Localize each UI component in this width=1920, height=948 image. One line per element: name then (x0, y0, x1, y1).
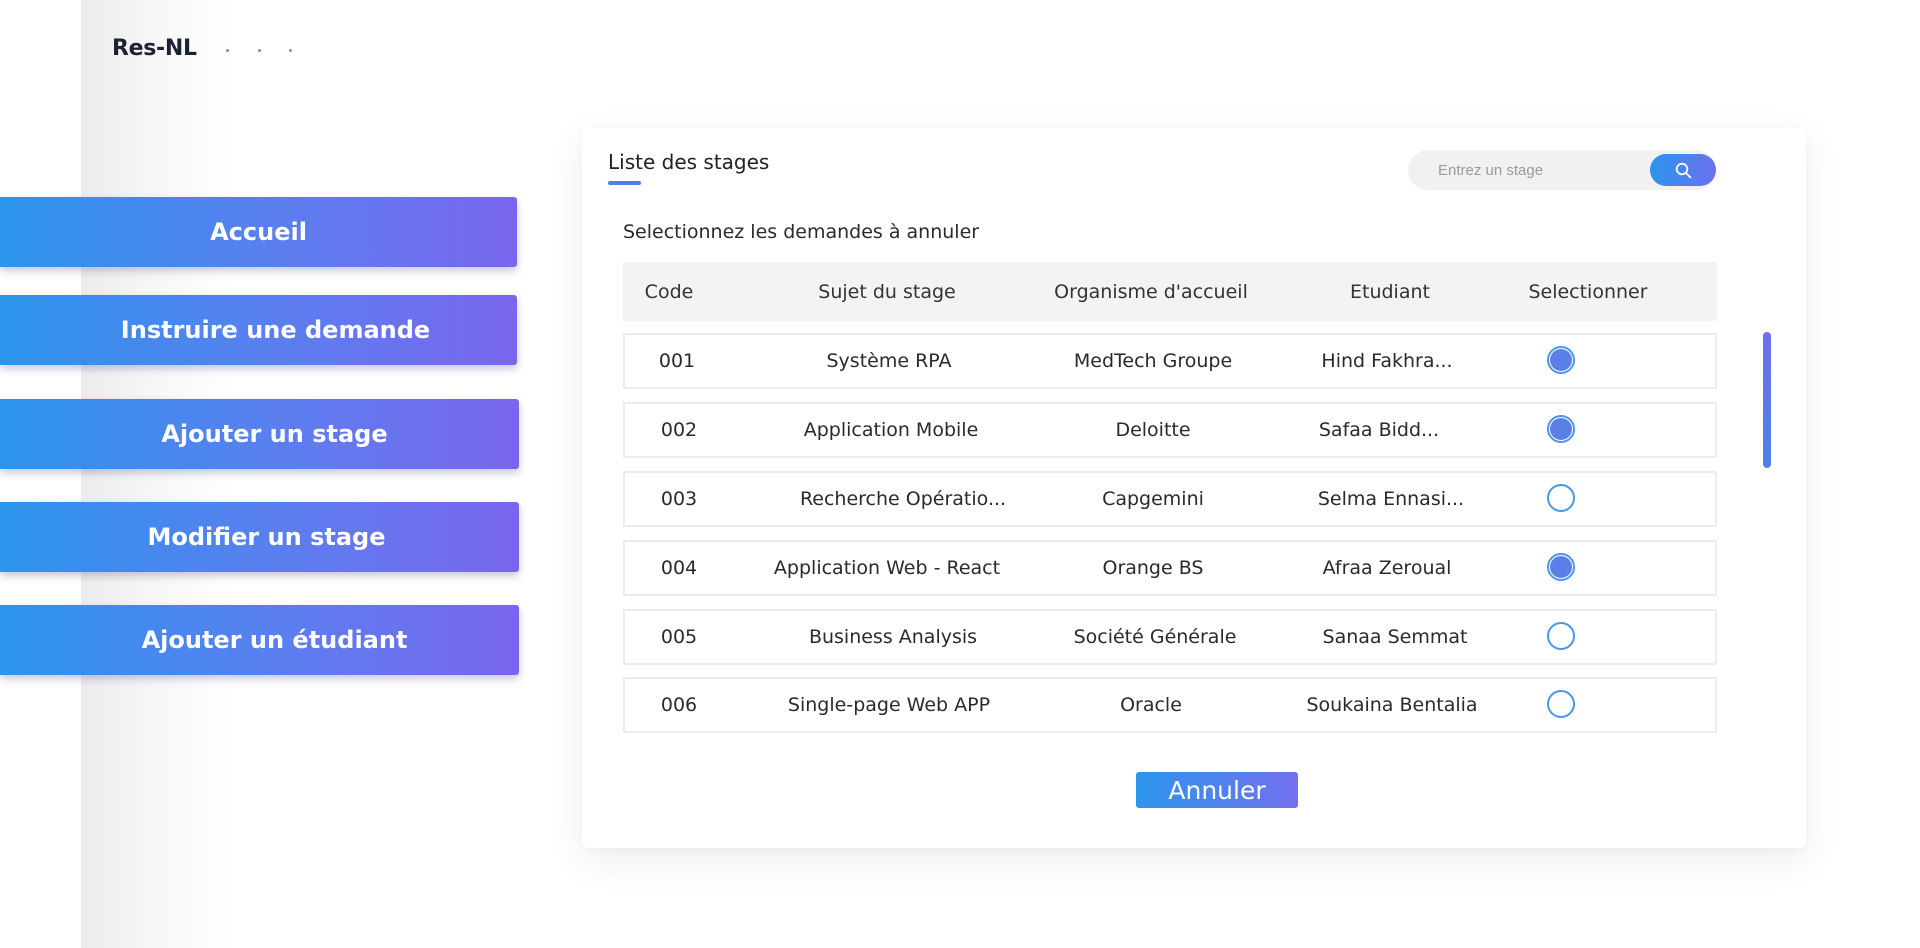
search-icon (1675, 162, 1691, 178)
cell-subject: Business Analysis (808, 626, 978, 648)
select-radio[interactable] (1547, 690, 1575, 718)
cell-student: Sanaa Semmat (1322, 626, 1468, 648)
cell-organization: Deloitte (1115, 419, 1191, 441)
cell-subject: Application Mobile (803, 419, 979, 441)
cell-student: Soukaina Bentalia (1306, 694, 1478, 716)
search-input[interactable] (1408, 150, 1648, 190)
cell-student: Selma Ennasi... (1317, 488, 1465, 510)
radio-checked-dot (1550, 556, 1572, 578)
select-radio[interactable] (1547, 622, 1575, 650)
column-header-code: Code (644, 280, 694, 303)
cell-organization: Capgemini (1102, 488, 1204, 510)
cell-organization: Société Générale (1073, 626, 1237, 648)
table-scrollbar[interactable] (1763, 332, 1771, 468)
cancel-button[interactable]: Annuler (1136, 772, 1298, 808)
column-header-organization: Organisme d'accueil (1054, 280, 1248, 303)
table-row: 006 Single-page Web APP Oracle Soukaina … (623, 677, 1717, 733)
cell-code: 003 (660, 488, 698, 510)
cell-subject: Recherche Opératio... (799, 488, 1007, 510)
sidebar-background (81, 0, 231, 948)
sidebar-item-accueil[interactable]: Accueil (0, 197, 517, 267)
search-bar (1408, 150, 1716, 190)
search-button[interactable] (1650, 154, 1716, 186)
cell-code: 005 (660, 626, 698, 648)
cell-organization: MedTech Groupe (1073, 350, 1233, 372)
sidebar-item-label: Instruire une demande (120, 316, 431, 344)
stages-card: Liste des stages Selectionnez les demand… (582, 128, 1806, 848)
radio-checked-dot (1550, 418, 1572, 440)
sidebar-item-label: Accueil (210, 218, 307, 246)
page: Res-NL Accueil Instruire une demande Ajo… (0, 0, 1920, 948)
page-title: Liste des stages (608, 150, 770, 174)
sidebar-item-instruire-demande[interactable]: Instruire une demande (0, 295, 517, 365)
table-row: 002 Application Mobile Deloitte Safaa Bi… (623, 402, 1717, 458)
brand-logo: Res-NL (112, 36, 197, 61)
table-row: 001 Système RPA MedTech Groupe Hind Fakh… (623, 333, 1717, 389)
table-row: 004 Application Web - React Orange BS Af… (623, 540, 1717, 596)
select-radio[interactable] (1547, 553, 1575, 581)
cell-organization: Oracle (1120, 694, 1182, 716)
cell-student: Hind Fakhra... (1321, 350, 1453, 372)
sidebar-item-label: Ajouter un étudiant (141, 626, 408, 654)
cell-subject: Système RPA (826, 350, 952, 372)
select-radio[interactable] (1547, 484, 1575, 512)
table-row: 003 Recherche Opératio... Capgemini Selm… (623, 471, 1717, 527)
table-header: Code Sujet du stage Organisme d'accueil … (623, 262, 1717, 321)
cell-organization: Orange BS (1102, 557, 1204, 579)
instruction-text: Selectionnez les demandes à annuler (623, 221, 980, 243)
sidebar-item-ajouter-stage[interactable]: Ajouter un stage (0, 399, 519, 469)
radio-checked-dot (1550, 349, 1572, 371)
column-header-select: Selectionner (1528, 280, 1648, 303)
select-radio[interactable] (1547, 346, 1575, 374)
select-radio[interactable] (1547, 415, 1575, 443)
column-header-subject: Sujet du stage (818, 280, 956, 303)
cell-student: Afraa Zeroual (1322, 557, 1452, 579)
sidebar-item-ajouter-etudiant[interactable]: Ajouter un étudiant (0, 605, 519, 675)
cell-code: 004 (660, 557, 698, 579)
cell-code: 006 (660, 694, 698, 716)
cell-student: Safaa Bidd... (1318, 419, 1440, 441)
table-row: 005 Business Analysis Société Générale S… (623, 609, 1717, 665)
cell-code: 001 (658, 350, 696, 372)
sidebar-item-label: Ajouter un stage (161, 420, 388, 448)
cell-subject: Single-page Web APP (787, 694, 991, 716)
sidebar-item-label: Modifier un stage (147, 523, 386, 551)
title-underline (608, 181, 641, 185)
sidebar-item-modifier-stage[interactable]: Modifier un stage (0, 502, 519, 572)
cell-subject: Application Web - React (773, 557, 1001, 579)
cell-code: 002 (660, 419, 698, 441)
